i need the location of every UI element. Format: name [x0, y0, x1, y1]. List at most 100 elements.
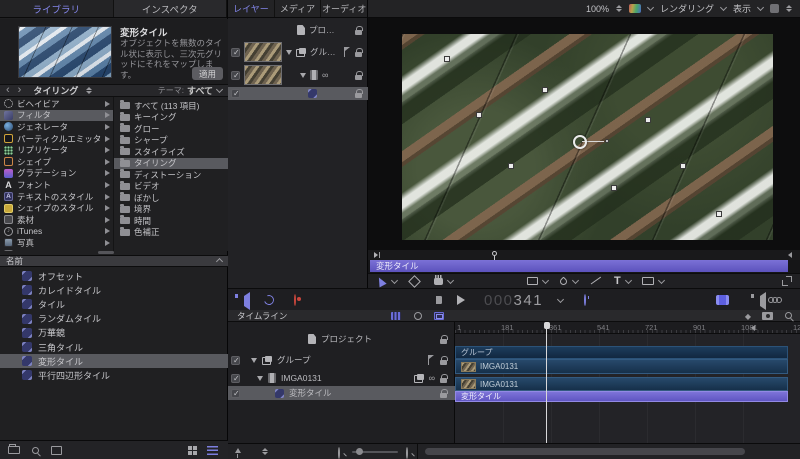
play-button[interactable] [457, 295, 465, 305]
nav-stepper[interactable] [86, 87, 92, 94]
timeline-zoom-icon[interactable] [785, 312, 792, 319]
fullscreen-icon[interactable] [782, 276, 792, 286]
zoom-in-icon[interactable] [406, 447, 408, 459]
timer-icon[interactable] [584, 294, 586, 306]
grid-view-icon[interactable] [188, 446, 197, 455]
category-replicators[interactable]: リプリケータ [0, 144, 113, 156]
subcategory-time[interactable]: 時間 [114, 215, 228, 226]
visibility-checkbox[interactable] [231, 374, 240, 383]
lock-icon[interactable] [440, 360, 447, 365]
filter-item-offset[interactable]: オフセット [0, 269, 228, 283]
tab-layers[interactable]: レイヤー [228, 0, 275, 17]
mini-timeline-ruler[interactable] [368, 250, 800, 260]
audio-monitor-icon[interactable] [760, 292, 766, 310]
bezier-tool-chevron-icon[interactable] [572, 276, 579, 283]
select-tool-chevron-icon[interactable] [391, 276, 398, 283]
subcategory-keying[interactable]: キーイング [114, 112, 228, 123]
new-folder-icon[interactable] [8, 446, 20, 454]
timecode-display[interactable]: 000341 [484, 292, 543, 309]
keyframe-toggle-icon[interactable] [414, 312, 422, 320]
category-shapes[interactable]: シェイプ [0, 156, 113, 168]
subcategory-color-correction[interactable]: 色補正 [114, 227, 228, 238]
subcategory-distortion[interactable]: ディストーション [114, 169, 228, 180]
layer-row-group[interactable]: グル… [228, 41, 368, 63]
subcategory-glow[interactable]: グロー [114, 123, 228, 134]
go-to-start-button[interactable] [436, 296, 442, 304]
layer-row-clip[interactable] [228, 64, 368, 86]
category-fonts[interactable]: Aフォント [0, 179, 113, 191]
mask-tool-icon[interactable] [642, 277, 654, 285]
nav-forward-icon[interactable]: › [18, 85, 22, 96]
lock-icon[interactable] [440, 339, 447, 344]
tile-handle[interactable] [716, 211, 722, 217]
category-text-styles[interactable]: Aテキストのスタイル [0, 191, 113, 203]
transform-tool-icon[interactable] [408, 275, 421, 288]
category-materials[interactable]: 素材 [0, 214, 113, 226]
view-chevron-icon[interactable] [757, 4, 764, 11]
category-photos[interactable]: 写真 [0, 237, 113, 249]
preview-toggle-icon[interactable] [51, 446, 62, 455]
timeline-row-clip[interactable]: IMGA0131 [228, 370, 455, 386]
nav-back-icon[interactable]: ‹ [6, 85, 10, 96]
timeline-row-filter-selected[interactable]: 変形タイル [228, 386, 455, 400]
theme-value[interactable]: すべて [187, 84, 213, 97]
render-movie-icon[interactable] [716, 295, 729, 305]
subcategory-sharpen[interactable]: シャープ [114, 135, 228, 146]
visibility-checkbox[interactable] [231, 48, 240, 57]
center-handle-dot[interactable] [605, 139, 609, 143]
timeline-ruler[interactable]: 1 181 361 541 721 901 1081 1261 [455, 322, 800, 334]
category-generators[interactable]: ジェネレータ [0, 121, 113, 133]
disclosure-icon[interactable] [257, 376, 263, 381]
pan-tool-icon[interactable] [434, 277, 443, 285]
category-hscroll-thumb[interactable] [98, 251, 114, 254]
timecode-chevron-icon[interactable] [557, 296, 564, 303]
lock-icon[interactable] [440, 378, 447, 383]
canvas-viewport[interactable] [368, 18, 800, 250]
lock-icon[interactable] [355, 52, 362, 57]
layer-row-project[interactable]: プロ… [228, 22, 368, 38]
visibility-checkbox[interactable] [231, 389, 240, 398]
disclosure-icon[interactable] [251, 358, 257, 363]
visibility-checkbox[interactable] [231, 356, 240, 365]
lock-icon[interactable] [355, 93, 362, 98]
timeline-zoom-knob[interactable] [356, 448, 363, 455]
category-particle-emitters[interactable]: パーティクルエミッタ [0, 133, 113, 145]
playhead[interactable] [546, 322, 547, 443]
tile-handle[interactable] [476, 112, 482, 118]
tab-audio[interactable]: オーディオ [321, 0, 367, 17]
audio-enable-icon[interactable] [244, 292, 250, 310]
select-tool-icon[interactable] [375, 275, 386, 287]
search-icon[interactable] [32, 447, 39, 454]
category-itunes[interactable]: ♪iTunes [0, 226, 113, 238]
tile-handle[interactable] [444, 56, 450, 62]
timeline-row-project[interactable]: プロジェクト [228, 332, 455, 346]
tile-handle[interactable] [611, 185, 617, 191]
filter-item-kaleidoscope[interactable]: 万華鏡 [0, 326, 228, 340]
layout-icon[interactable] [770, 4, 779, 13]
timeline-bar-filter[interactable]: 変形タイル [455, 391, 788, 402]
list-view-icon[interactable] [207, 446, 218, 455]
bezier-tool-icon[interactable] [559, 276, 569, 286]
loop-playback-icon[interactable] [262, 293, 275, 306]
timeline-bar-group[interactable]: グループ [455, 346, 788, 359]
video-track-toggle-icon[interactable] [391, 312, 401, 320]
pan-tool-chevron-icon[interactable] [447, 276, 454, 283]
category-filters[interactable]: フィルタ [0, 110, 113, 122]
category-shape-styles[interactable]: シェイプのスタイル [0, 202, 113, 214]
category-gradients[interactable]: グラデーション [0, 168, 113, 180]
render-chevron-icon[interactable] [720, 4, 727, 11]
filter-item-deform-tile[interactable]: 変形タイル [0, 354, 228, 368]
flag-icon[interactable] [343, 47, 351, 57]
line-tool-icon[interactable] [591, 277, 602, 285]
lock-icon[interactable] [440, 393, 447, 398]
subcategory-stylize[interactable]: スタイライズ [114, 146, 228, 157]
channels-icon[interactable] [629, 4, 641, 13]
text-tool-chevron-icon[interactable] [625, 276, 632, 283]
visibility-checkbox[interactable] [231, 71, 240, 80]
zoom-level[interactable]: 100% [586, 4, 609, 14]
tile-handle[interactable] [645, 117, 651, 123]
category-behaviors[interactable]: ビヘイビア [0, 98, 113, 110]
tab-media[interactable]: メディア [275, 0, 322, 17]
filter-item-parallelogram-tile[interactable]: 平行四辺形タイル [0, 368, 228, 382]
zoom-out-icon[interactable] [338, 447, 340, 459]
